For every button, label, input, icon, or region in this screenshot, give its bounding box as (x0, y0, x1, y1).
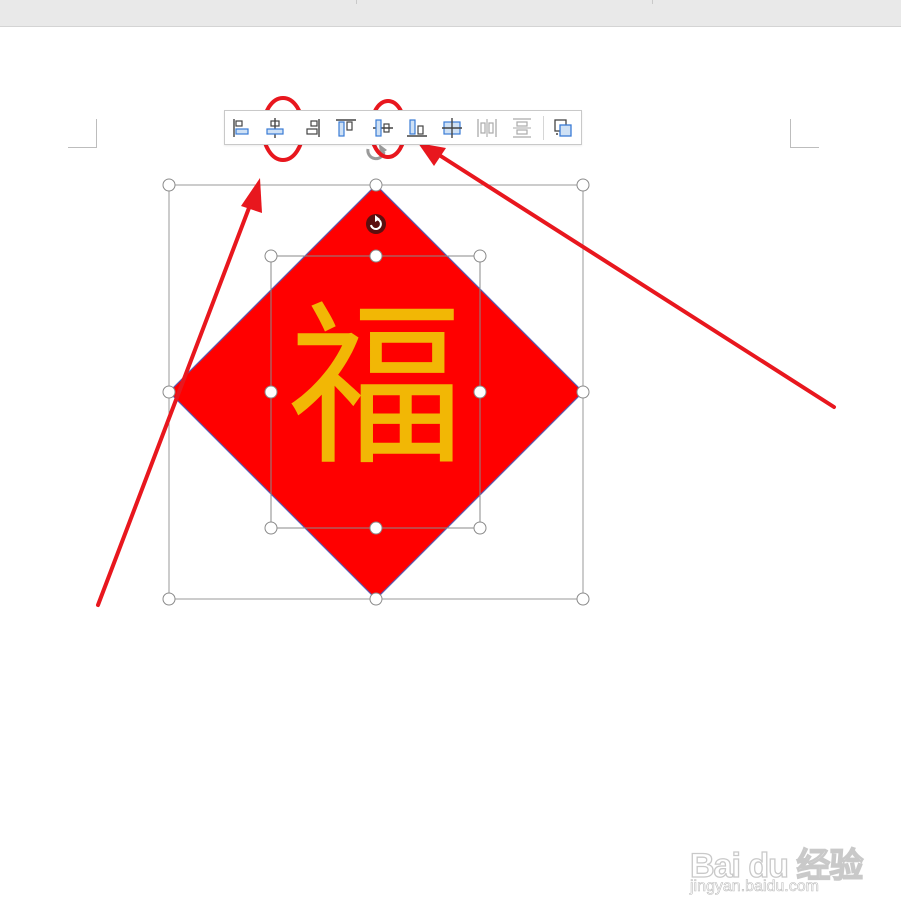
align-bottom-button[interactable] (404, 115, 430, 141)
distribute-horizontal-button[interactable] (474, 115, 500, 141)
resize-handle-right[interactable] (576, 385, 590, 399)
top-bar-divider (652, 0, 653, 4)
resize-handle-bottom-left[interactable] (162, 592, 176, 606)
align-top-button[interactable] (333, 115, 359, 141)
align-bottom-icon (407, 119, 427, 137)
shape-rotate-handle-icon[interactable] (366, 214, 386, 234)
resize-handle-bottom-right[interactable] (576, 592, 590, 606)
textbox-handle-top-right[interactable] (473, 249, 487, 263)
align-top-icon (336, 119, 356, 137)
textbox-handle-bottom-left[interactable] (264, 521, 278, 535)
resize-handle-top[interactable] (369, 178, 383, 192)
align-middle-vertical-icon (373, 119, 393, 137)
align-left-icon (233, 119, 249, 137)
resize-handle-bottom[interactable] (369, 592, 383, 606)
align-right-icon (306, 119, 320, 137)
shape-text[interactable]: 福 (276, 288, 476, 488)
distribute-horizontal-icon (477, 119, 497, 137)
align-right-button[interactable] (299, 115, 325, 141)
distribute-vertical-icon (513, 118, 531, 138)
textbox-handle-top[interactable] (369, 249, 383, 263)
align-center-horizontal-button[interactable] (262, 115, 288, 141)
more-options-icon (554, 119, 572, 137)
align-center-both-button[interactable] (439, 115, 465, 141)
page-margin-corner-right (790, 119, 819, 148)
align-middle-vertical-button[interactable] (370, 115, 396, 141)
baidu-watermark: Bai du 经验 jingyan.baidu.com (686, 820, 886, 900)
distribute-vertical-button[interactable] (509, 115, 535, 141)
alignment-toolbar (224, 110, 582, 145)
resize-handle-top-left[interactable] (162, 178, 176, 192)
window-top-bar (0, 0, 901, 27)
toolbar-separator (543, 116, 544, 140)
resize-handle-top-right[interactable] (576, 178, 590, 192)
textbox-handle-bottom-right[interactable] (473, 521, 487, 535)
align-left-button[interactable] (228, 115, 254, 141)
align-center-both-icon (442, 118, 462, 138)
resize-handle-left[interactable] (162, 385, 176, 399)
textbox-handle-bottom[interactable] (369, 521, 383, 535)
top-bar-divider (356, 0, 357, 4)
textbox-handle-top-left[interactable] (264, 249, 278, 263)
align-center-horizontal-icon (266, 118, 284, 138)
more-options-button[interactable] (550, 115, 576, 141)
page-margin-corner-left (68, 119, 97, 148)
watermark-url: jingyan.baidu.com (690, 878, 820, 896)
